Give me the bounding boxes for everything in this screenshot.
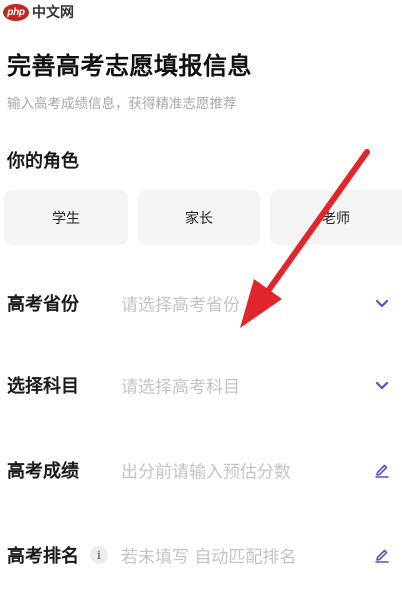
subject-placeholder[interactable]: 请选择高考科目 (121, 373, 240, 398)
pencil-icon[interactable] (374, 462, 390, 478)
rank-label: 高考排名 (7, 546, 79, 567)
logo-text: php (7, 6, 25, 18)
rank-input[interactable]: 高考排名 i 若未填写 自动匹配排名 (0, 535, 402, 575)
php-logo: php (3, 3, 29, 21)
province-placeholder[interactable]: 请选择高考省份 (121, 291, 240, 316)
role-teacher-button[interactable]: 老师 (270, 190, 402, 245)
chevron-down-icon[interactable] (374, 295, 390, 311)
chevron-down-icon[interactable] (374, 377, 390, 393)
score-label: 高考成绩 (7, 461, 79, 482)
score-placeholder[interactable]: 出分前请输入预估分数 (121, 458, 291, 483)
role-parent-button[interactable]: 家长 (138, 190, 260, 245)
role-label: 你的角色 (7, 151, 79, 172)
pencil-icon[interactable] (374, 547, 390, 563)
province-label: 高考省份 (7, 294, 79, 315)
subject-label: 选择科目 (7, 376, 79, 397)
province-select[interactable]: 高考省份 请选择高考省份 (0, 283, 402, 323)
info-icon[interactable]: i (90, 546, 108, 564)
rank-placeholder[interactable]: 若未填写 自动匹配排名 (121, 543, 296, 568)
watermark: php 中文网 (3, 2, 74, 22)
watermark-text: 中文网 (32, 5, 74, 21)
page-subtitle: 输入高考成绩信息，获得精准志愿推荐 (7, 96, 237, 112)
page-title: 完善高考志愿填报信息 (7, 52, 252, 80)
score-input[interactable]: 高考成绩 出分前请输入预估分数 (0, 450, 402, 490)
subject-select[interactable]: 选择科目 请选择高考科目 (0, 365, 402, 405)
role-student-button[interactable]: 学生 (4, 190, 128, 245)
